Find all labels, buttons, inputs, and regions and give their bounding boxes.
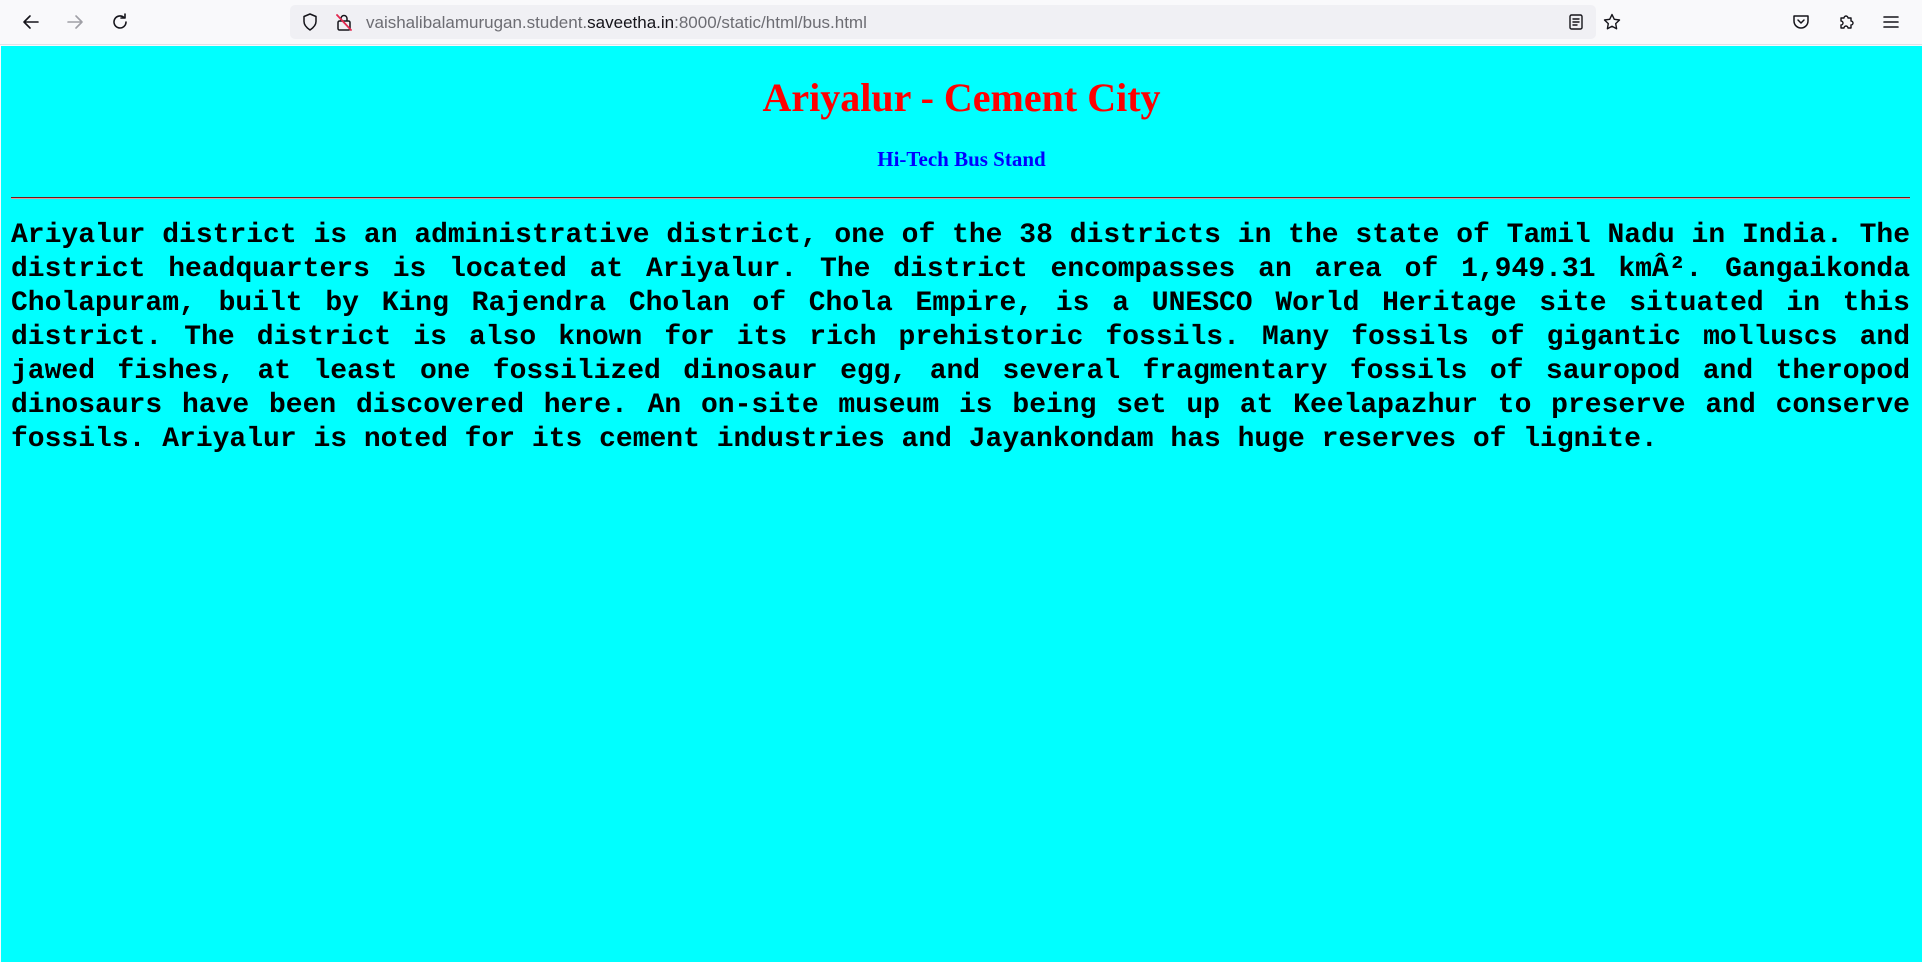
description-paragraph: Ariyalur district is an administrative d… — [11, 220, 1910, 455]
reader-view-icon[interactable] — [1566, 12, 1586, 32]
address-bar[interactable]: vaishalibalamurugan.student.saveetha.in:… — [290, 5, 1596, 39]
forward-arrow-icon — [67, 15, 83, 29]
horizontal-divider — [11, 197, 1910, 199]
insecure-lock-icon[interactable] — [334, 12, 354, 32]
page-title: Ariyalur - Cement City — [762, 75, 1161, 120]
browser-toolbar: vaishalibalamurugan.student.saveetha.in:… — [0, 0, 1922, 45]
forward-button[interactable] — [60, 8, 90, 36]
url-host: saveetha.in — [587, 13, 675, 32]
url-prefix: vaishalibalamurugan.student. — [366, 13, 588, 32]
hamburger-menu-icon — [1883, 16, 1899, 28]
app-menu-button[interactable] — [1876, 8, 1906, 36]
extensions-button[interactable] — [1831, 8, 1861, 36]
back-arrow-icon — [23, 15, 39, 29]
shield-icon[interactable] — [300, 12, 320, 32]
reload-icon — [113, 13, 127, 29]
page-subtitle: Hi-Tech Bus Stand — [877, 147, 1046, 171]
bookmark-button[interactable] — [1597, 8, 1627, 36]
page-content: Ariyalur - Cement City Hi-Tech Bus Stand… — [1, 46, 1922, 962]
star-icon — [1603, 13, 1621, 30]
pocket-icon — [1793, 15, 1809, 29]
reload-button[interactable] — [105, 8, 135, 36]
puzzle-icon — [1840, 15, 1854, 29]
pocket-button[interactable] — [1786, 8, 1816, 36]
url-text[interactable]: vaishalibalamurugan.student.saveetha.in:… — [366, 13, 867, 33]
back-button[interactable] — [16, 8, 46, 36]
url-path: :8000/static/html/bus.html — [674, 13, 867, 32]
